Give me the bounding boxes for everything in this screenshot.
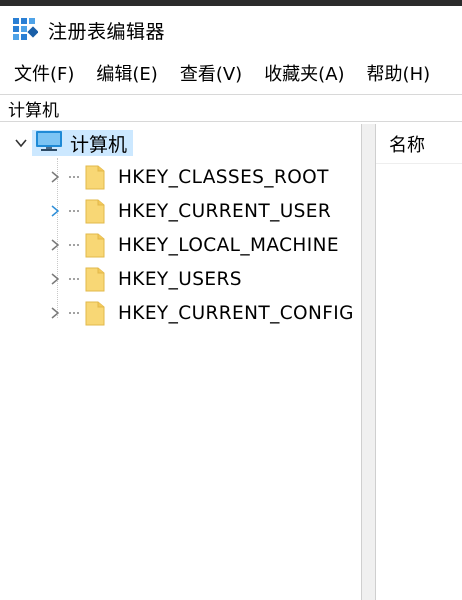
- menu-edit[interactable]: 编辑(E): [82, 60, 157, 86]
- tree-item-label: HKEY_CURRENT_CONFIG: [118, 302, 354, 324]
- registry-editor-icon: [12, 17, 38, 43]
- tree-item-hkey-classes-root[interactable]: HKEY_CLASSES_ROOT: [48, 162, 329, 192]
- menu-favorites[interactable]: 收藏夹(A): [250, 60, 344, 86]
- menu-file[interactable]: 文件(F): [0, 60, 74, 86]
- tree-connector: [68, 210, 80, 212]
- tree-item-label: HKEY_CURRENT_USER: [118, 200, 332, 222]
- tree-root-label[interactable]: 计算机: [32, 130, 134, 156]
- menu-view[interactable]: 查看(V): [166, 60, 242, 86]
- address-bar[interactable]: 计算机: [0, 94, 462, 122]
- chevron-right-icon[interactable]: [48, 306, 62, 320]
- computer-icon: [34, 130, 64, 156]
- folder-icon: [84, 163, 106, 191]
- tree-item-hkey-current-config[interactable]: HKEY_CURRENT_CONFIG: [48, 298, 354, 328]
- chevron-down-icon[interactable]: [14, 136, 28, 150]
- tree-item-hkey-current-user[interactable]: HKEY_CURRENT_USER: [48, 196, 331, 226]
- chevron-right-icon[interactable]: [48, 170, 62, 184]
- title-bar[interactable]: 注册表编辑器: [0, 6, 462, 54]
- address-path: 计算机: [8, 100, 59, 121]
- tree-connector: [68, 244, 80, 246]
- registry-editor-window: 注册表编辑器 文件(F) 编辑(E) 查看(V) 收藏夹(A) 帮助(H) 计算…: [0, 0, 462, 600]
- folder-icon: [84, 299, 106, 327]
- folder-icon: [84, 231, 106, 259]
- tree-item-label: HKEY_CLASSES_ROOT: [118, 166, 329, 188]
- tree-connector: [68, 176, 80, 178]
- tree-pane[interactable]: 计算机 HKEY_CLASSES_ROOT HKEY_CURRENT_USER …: [6, 124, 362, 600]
- column-header-name[interactable]: 名称: [376, 124, 462, 164]
- chevron-right-icon[interactable]: [48, 204, 62, 218]
- tree-root-computer[interactable]: 计算机: [14, 128, 134, 158]
- folder-icon: [84, 265, 106, 293]
- tree-root-text: 计算机: [70, 133, 128, 156]
- tree-item-hkey-local-machine[interactable]: HKEY_LOCAL_MACHINE: [48, 230, 339, 260]
- menu-help[interactable]: 帮助(H): [353, 60, 431, 86]
- column-header-label: 名称: [389, 134, 425, 156]
- values-pane[interactable]: 名称: [376, 124, 462, 600]
- menu-bar: 文件(F) 编辑(E) 查看(V) 收藏夹(A) 帮助(H): [0, 54, 462, 92]
- folder-icon: [84, 197, 106, 225]
- pane-splitter[interactable]: [362, 124, 376, 600]
- tree-item-label: HKEY_USERS: [118, 268, 242, 290]
- chevron-right-icon[interactable]: [48, 238, 62, 252]
- window-title: 注册表编辑器: [48, 20, 166, 43]
- tree-item-hkey-users[interactable]: HKEY_USERS: [48, 264, 242, 294]
- tree-connector: [68, 278, 80, 280]
- chevron-right-icon[interactable]: [48, 272, 62, 286]
- tree-connector: [68, 312, 80, 314]
- tree-item-label: HKEY_LOCAL_MACHINE: [118, 234, 339, 256]
